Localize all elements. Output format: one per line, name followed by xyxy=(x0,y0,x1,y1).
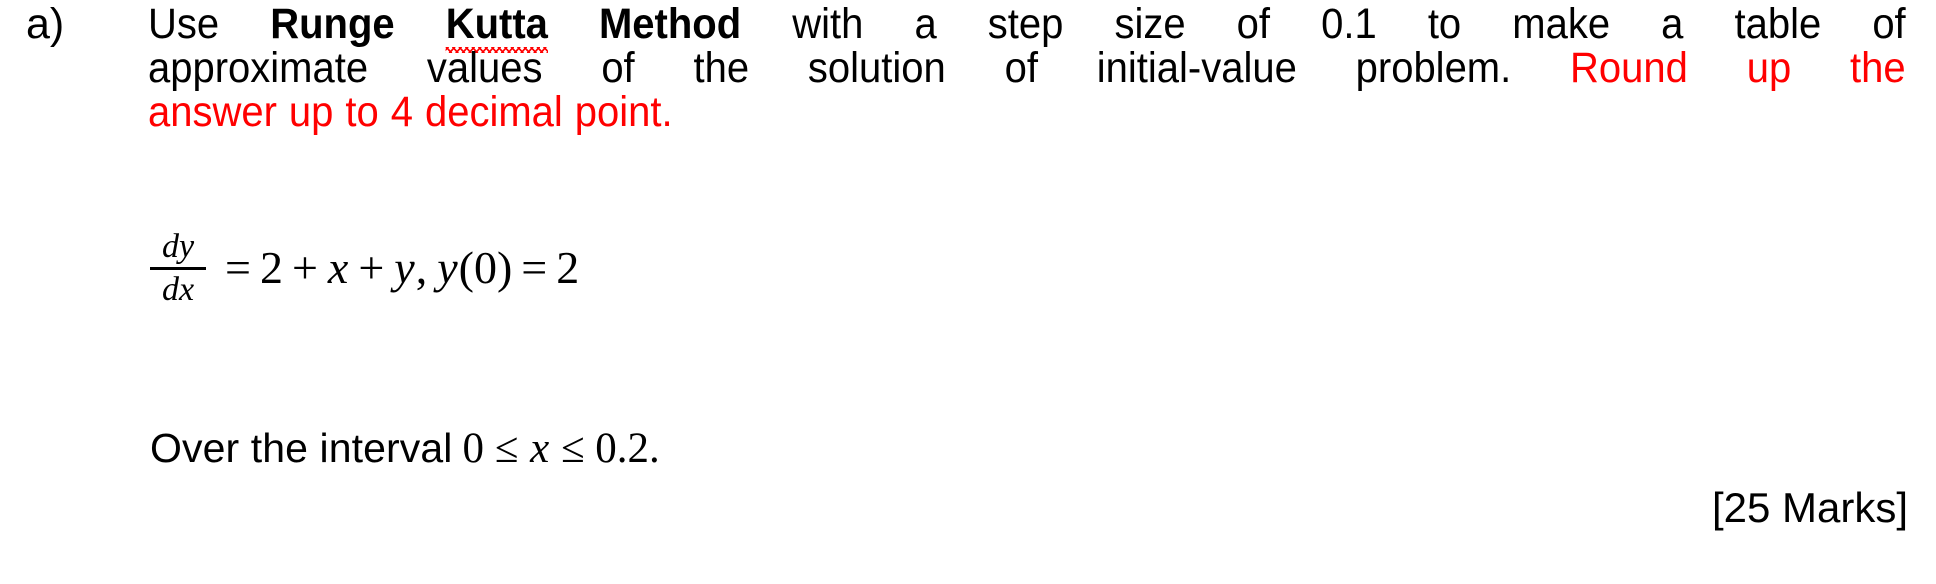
initial-condition-function: y xyxy=(437,242,458,294)
question-word: table xyxy=(1734,0,1822,48)
question-word: Method xyxy=(598,0,742,48)
interval-math: 0 ≤ x ≤ 0.2. xyxy=(453,425,660,473)
interval-upper-bound: ≤ 0.2. xyxy=(550,425,660,472)
equals-sign: = xyxy=(225,242,251,294)
marks-allocation: [25 Marks] xyxy=(1711,484,1908,531)
question-word: make xyxy=(1512,0,1611,48)
question-paragraph: Use Runge Kutta Method with a step size of 0.1 to m… xyxy=(148,2,1908,134)
question-word: Use xyxy=(148,0,220,48)
question-word: the xyxy=(1850,44,1906,92)
question-word: problem. xyxy=(1355,44,1512,92)
question-word: Round xyxy=(1570,44,1688,92)
interval-variable: x xyxy=(530,425,550,472)
plus-sign-2: + xyxy=(358,242,385,294)
question-word: of xyxy=(1236,0,1271,48)
question-word: of xyxy=(1004,44,1038,92)
fraction-denominator: dx xyxy=(161,271,195,309)
interval-lower-bound: 0 ≤ xyxy=(462,425,530,472)
question-word: 0.1 xyxy=(1321,0,1377,48)
question-word: decimal xyxy=(424,88,563,136)
variable-y: y xyxy=(394,242,415,294)
question-word: size xyxy=(1114,0,1186,48)
document-page: a) Use Runge Kutta Method with a step size of 0.1… xyxy=(0,0,1936,584)
question-word: to xyxy=(1427,0,1462,48)
question-word: initial-value xyxy=(1096,44,1297,92)
question-word: 4 xyxy=(390,88,413,136)
question-word: of xyxy=(1872,0,1906,48)
differential-equation: dy dx = 2 + x + y , y ( 0 ) = 2 xyxy=(150,228,580,309)
fraction-numerator: dy xyxy=(161,228,195,265)
paren-open: ( xyxy=(458,242,474,294)
question-word: approximate xyxy=(148,44,369,92)
question-word: solution xyxy=(807,44,946,92)
question-word: with xyxy=(792,0,864,48)
comma-separator: , xyxy=(415,242,428,294)
question-word: of xyxy=(601,44,635,92)
derivative-fraction: dy dx xyxy=(150,228,206,309)
interval-lead-text: Over the interval xyxy=(150,425,453,471)
variable-x: x xyxy=(327,242,349,294)
initial-condition-value: 2 xyxy=(556,242,580,294)
interval-statement: Over the interval 0 ≤ x ≤ 0.2. xyxy=(150,424,660,473)
question-line-1: Use Runge Kutta Method with a step size of 0.1 to m… xyxy=(148,0,1906,53)
question-word: answer xyxy=(148,88,277,136)
question-word: up xyxy=(288,88,334,136)
question-word: the xyxy=(693,44,750,92)
question-word: point. xyxy=(574,88,673,136)
question-item-label: a) xyxy=(26,0,65,48)
question-word: Kutta xyxy=(445,0,548,53)
paren-close: ) xyxy=(496,242,513,294)
question-line-3: answer up to 4 decimal point. xyxy=(148,90,1906,134)
plus-sign-1: + xyxy=(291,242,318,294)
question-word: Runge xyxy=(270,0,395,48)
question-word: to xyxy=(345,88,379,136)
question-word: up xyxy=(1746,44,1792,92)
question-word: step xyxy=(987,0,1064,48)
initial-condition-argument: 0 xyxy=(473,242,497,294)
question-word: a xyxy=(1661,0,1684,48)
question-line-2: approximate values of the solution of initial-… xyxy=(148,46,1906,90)
constant-two: 2 xyxy=(259,242,283,294)
question-word: values xyxy=(426,44,543,92)
question-word: a xyxy=(914,0,937,48)
equals-sign-2: = xyxy=(521,242,548,294)
